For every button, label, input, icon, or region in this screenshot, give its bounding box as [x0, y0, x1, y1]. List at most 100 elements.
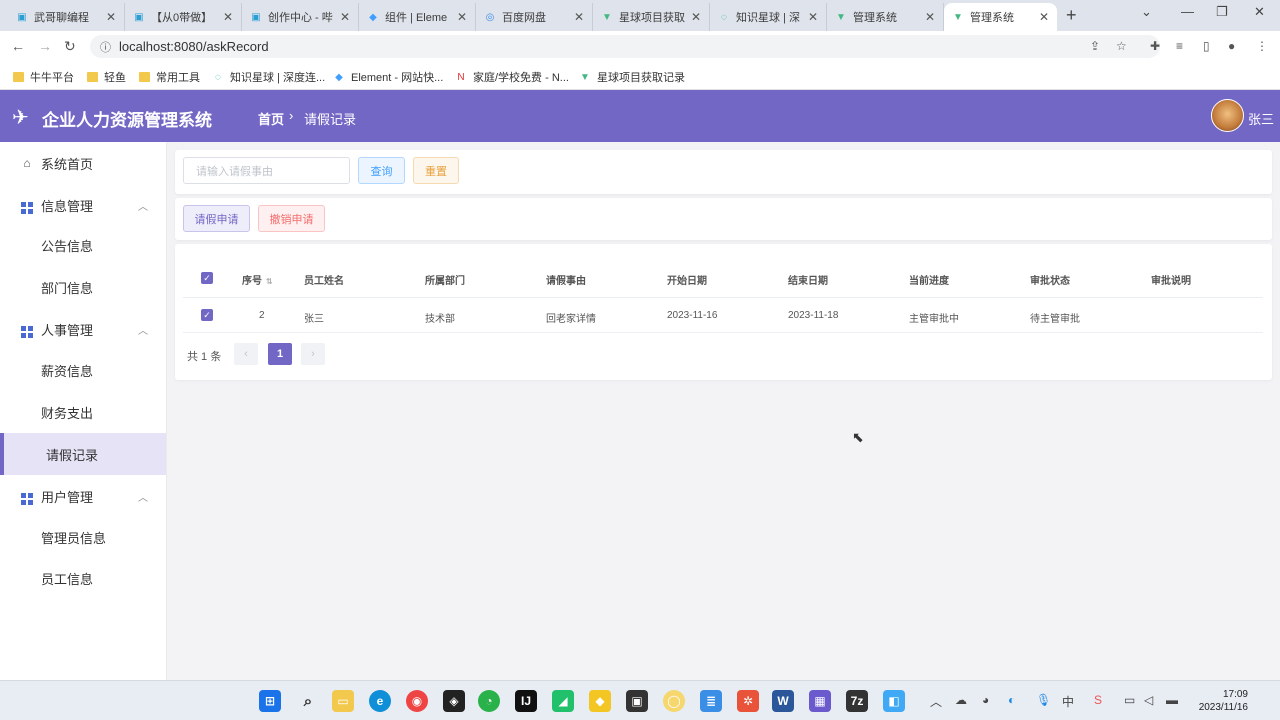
bookmark-item[interactable]: 牛牛平台 [12, 69, 74, 85]
chevron-up-icon[interactable]: ︿ [930, 693, 942, 710]
reload-button[interactable]: ↻ [64, 38, 76, 55]
browser-tab[interactable]: ▣ 【从0带做】 ✕ [125, 3, 242, 31]
system-clock[interactable]: 17:09 2023/11/16 [1192, 688, 1248, 714]
bookmark-item[interactable]: N 家庭/学校免费 - N... [455, 69, 569, 85]
info-icon[interactable]: ⓘ [100, 39, 111, 55]
cancel-apply-button[interactable]: 撤销申请 [258, 205, 325, 232]
browser-tab[interactable]: ◆ 组件 | Eleme ✕ [359, 3, 476, 31]
bookmark-item[interactable]: ▼ 星球项目获取记录 [579, 69, 685, 85]
apply-leave-button[interactable]: 请假申请 [183, 205, 250, 232]
chrome-icon[interactable]: ◉ [406, 690, 428, 712]
close-icon[interactable]: ✕ [106, 10, 116, 24]
sidebar-item-employee[interactable]: 员工信息 [0, 557, 166, 599]
user-name[interactable]: 张三 [1248, 109, 1274, 128]
sidebar-item-admin[interactable]: 管理员信息 [0, 516, 166, 558]
search-input[interactable]: 请输入请假事由 [183, 157, 350, 184]
browser-tab[interactable]: ▼ 管理系统 ✕ [827, 3, 944, 31]
bookmark-item[interactable]: 常用工具 [138, 69, 200, 85]
sidebar-group-user[interactable]: 用户管理 ︿ [0, 475, 166, 517]
url-field[interactable]: ⓘ localhost:8080/askRecord [90, 35, 1160, 58]
close-icon[interactable]: ✕ [457, 10, 467, 24]
bookmark-item[interactable]: 轻鱼 [86, 69, 126, 85]
intellij-icon[interactable]: IJ [515, 690, 537, 712]
input-method-icon[interactable]: 中 [1062, 693, 1074, 710]
app-icon[interactable]: ▦ [809, 690, 831, 712]
sidebar-group-info[interactable]: 信息管理 ︿ [0, 184, 166, 226]
sidebar-group-hr[interactable]: 人事管理 ︿ [0, 308, 166, 350]
cloud-icon[interactable]: ☁ [955, 693, 967, 707]
close-icon[interactable]: ✕ [340, 10, 350, 24]
word-icon[interactable]: W [772, 690, 794, 712]
reset-button[interactable]: 重置 [413, 157, 459, 184]
browser-tab[interactable]: ▣ 武哥聊编程 ✕ [8, 3, 125, 31]
sidebar-item-department[interactable]: 部门信息 [0, 266, 166, 308]
browser-tab[interactable]: ◌ 知识星球 | 深 ✕ [710, 3, 827, 31]
camera-icon[interactable]: ▣ [626, 690, 648, 712]
select-all-checkbox[interactable]: ✓ [201, 272, 213, 284]
app-icon[interactable]: ◧ [883, 690, 905, 712]
volume-icon[interactable]: ◁ [1144, 693, 1153, 707]
qq-icon[interactable]: ◕ [982, 693, 989, 707]
query-button[interactable]: 查询 [358, 157, 405, 184]
network-icon[interactable]: ▭ [1124, 693, 1135, 707]
tab-search-icon[interactable]: ⌄ [1141, 4, 1152, 20]
extensions-icon[interactable]: ✚ [1150, 39, 1160, 53]
close-icon[interactable]: ✕ [1039, 10, 1049, 24]
wechat-icon[interactable]: ◔ [478, 690, 500, 712]
minimize-button[interactable]: — [1181, 4, 1194, 19]
sidebar-item-salary[interactable]: 薪资信息 [0, 349, 166, 391]
windows-start-icon[interactable]: ⊞ [259, 690, 281, 712]
search-icon[interactable]: ⌕ [297, 690, 319, 712]
close-icon[interactable]: ✕ [223, 10, 233, 24]
editor-icon[interactable]: ◢ [552, 690, 574, 712]
window-close-button[interactable]: ✕ [1254, 4, 1265, 20]
share-icon[interactable]: ⇪ [1090, 39, 1100, 53]
close-icon[interactable]: ✕ [691, 10, 701, 24]
browser-tab[interactable]: ▼ 星球项目获取 ✕ [593, 3, 710, 31]
battery-icon[interactable]: ▬ [1166, 693, 1178, 707]
star-icon[interactable]: ☆ [1116, 39, 1127, 53]
reading-list-icon[interactable]: ≡ [1176, 39, 1183, 53]
profile-icon[interactable]: ● [1228, 39, 1235, 53]
bookmark-item[interactable]: ◆ Element - 网站快... [333, 69, 443, 85]
sort-icon[interactable]: ⇅ [266, 277, 273, 286]
app-icon[interactable]: ◆ [589, 690, 611, 712]
pagination-prev-button[interactable]: ‹ [234, 343, 258, 365]
browser-tab[interactable]: ◎ 百度网盘 ✕ [476, 3, 593, 31]
pagination-next-button[interactable]: › [301, 343, 325, 365]
notepad-icon[interactable]: ≣ [700, 690, 722, 712]
close-icon[interactable]: ✕ [925, 10, 935, 24]
new-tab-button[interactable]: + [1066, 5, 1077, 26]
edge-icon[interactable]: e [369, 690, 391, 712]
sidepanel-icon[interactable]: ▯ [1203, 39, 1210, 53]
app-icon[interactable]: S [1094, 693, 1102, 707]
close-icon[interactable]: ✕ [574, 10, 584, 24]
forward-button[interactable]: → [38, 38, 52, 54]
column-header-id[interactable]: 序号 ⇅ [242, 272, 273, 287]
pagination-page[interactable]: 1 [268, 343, 292, 365]
menu-icon[interactable]: ⋮ [1256, 39, 1268, 53]
app-icon[interactable]: ◐ [1008, 693, 1015, 707]
xmind-icon[interactable]: ✲ [737, 690, 759, 712]
maximize-button[interactable]: ❐ [1216, 4, 1228, 20]
mouse-cursor-icon: ⬉ [852, 429, 864, 445]
browser-tab[interactable]: ▣ 创作中心 - 哔 ✕ [242, 3, 359, 31]
breadcrumb-home[interactable]: 首页 [258, 109, 284, 128]
sidebar-item-notice[interactable]: 公告信息 [0, 224, 166, 266]
bookmark-item[interactable]: ◌ 知识星球 | 深度连... [212, 69, 325, 85]
avatar[interactable] [1211, 99, 1244, 132]
file-explorer-icon[interactable]: ▭ [332, 690, 354, 712]
7zip-icon[interactable]: 7z [846, 690, 868, 712]
row-checkbox[interactable]: ✓ [201, 309, 213, 321]
sidebar-item-home[interactable]: ⌂ 系统首页 [0, 142, 166, 184]
element-icon: ◆ [335, 71, 343, 83]
table-row[interactable]: ✓ 2 张三 技术部 回老家详情 2023-11-16 2023-11-18 主… [183, 298, 1263, 333]
app-icon[interactable]: ◈ [443, 690, 465, 712]
microphone-icon[interactable]: 🎙 [1036, 693, 1051, 707]
app-icon[interactable]: ◯ [663, 690, 685, 712]
close-icon[interactable]: ✕ [808, 10, 818, 24]
back-button[interactable]: ← [11, 38, 25, 54]
browser-tab-active[interactable]: ▼ 管理系统 ✕ [944, 3, 1057, 31]
sidebar-item-expense[interactable]: 财务支出 [0, 391, 166, 433]
sidebar-item-leave-record[interactable]: 请假记录 [0, 433, 166, 475]
